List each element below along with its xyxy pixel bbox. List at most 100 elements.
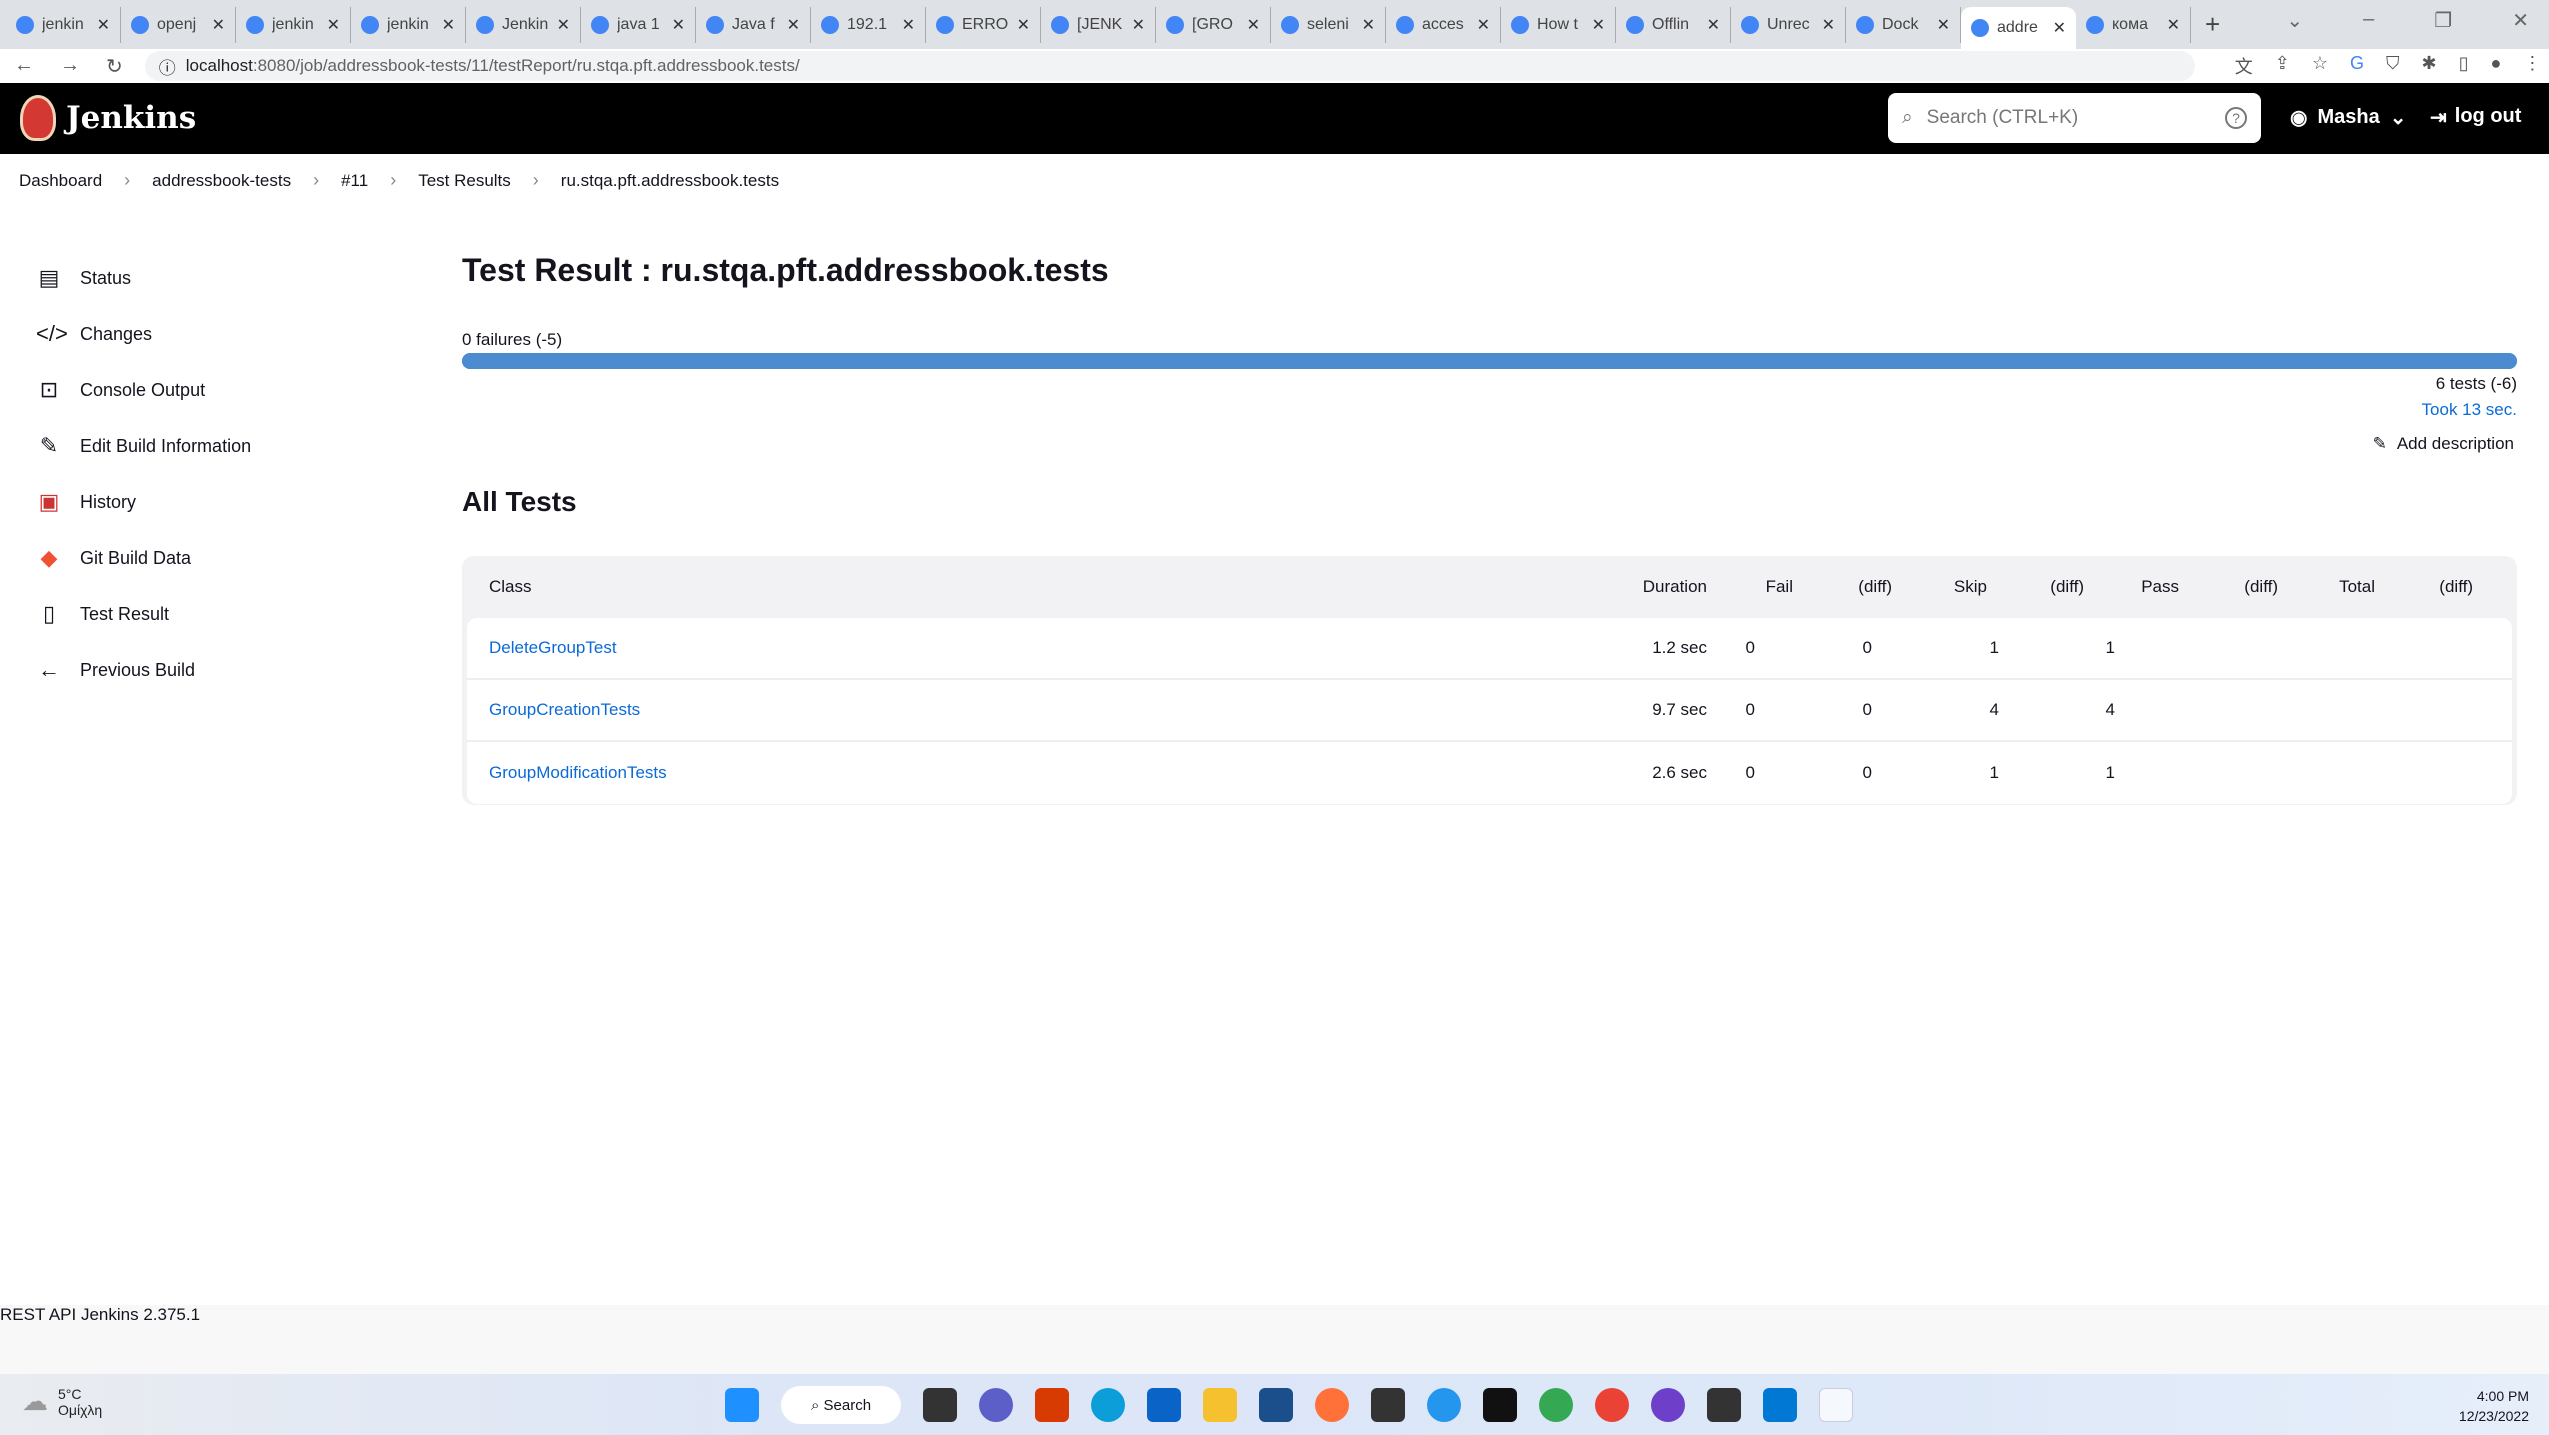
store-icon[interactable] <box>1259 1388 1293 1422</box>
tab-close-icon[interactable]: ✕ <box>1592 15 1605 35</box>
back-icon[interactable]: ← <box>14 54 34 79</box>
task-view-icon[interactable] <box>923 1388 957 1422</box>
office-icon[interactable] <box>1035 1388 1069 1422</box>
breadcrumb-job[interactable]: addressbook-tests <box>152 171 291 191</box>
extensions-icon[interactable]: ✱ <box>2422 53 2437 79</box>
breadcrumb-test-results[interactable]: Test Results <box>418 171 511 191</box>
close-window-button[interactable]: ✕ <box>2512 8 2529 33</box>
menu-icon[interactable]: ⋮ <box>2523 53 2541 79</box>
sidebar-item-git-build-data[interactable]: ◆ Git Build Data <box>36 530 251 586</box>
info-icon[interactable]: ⓘ <box>159 54 176 79</box>
sidebar-item-previous-build[interactable]: ← Previous Build <box>36 642 251 698</box>
tab-close-icon[interactable]: ✕ <box>1362 15 1375 35</box>
intellij-icon[interactable] <box>1483 1388 1517 1422</box>
new-tab-button[interactable]: + <box>2205 9 2220 40</box>
breadcrumb-build[interactable]: #11 <box>341 171 368 191</box>
sidebar-item-history[interactable]: ▣ History <box>36 474 251 530</box>
minimize-button[interactable]: – <box>2363 8 2374 33</box>
browser-tab[interactable]: jenkin ✕ <box>351 6 466 43</box>
breadcrumb-dashboard[interactable]: Dashboard <box>19 171 102 191</box>
column-header-fail-diff[interactable]: (diff) <box>1858 577 1892 597</box>
column-header-total[interactable]: Total <box>2339 577 2375 597</box>
breadcrumb-package[interactable]: ru.stqa.pft.addressbook.tests <box>561 171 779 191</box>
maximize-button[interactable]: ❐ <box>2434 8 2452 33</box>
reload-icon[interactable]: ↻ <box>106 54 123 79</box>
bookmark-star-icon[interactable]: ☆ <box>2312 53 2328 79</box>
sidebar-item-console-output[interactable]: ⊡ Console Output <box>36 362 251 418</box>
windows-start-icon[interactable] <box>725 1388 759 1422</box>
share-icon[interactable]: ⇪ <box>2275 53 2290 79</box>
jenkins-version-link[interactable]: Jenkins 2.375.1 <box>81 1305 200 1324</box>
tab-close-icon[interactable]: ✕ <box>1132 15 1145 35</box>
tab-search-icon[interactable]: ⌄ <box>2286 8 2303 33</box>
search-input[interactable]: ⌕ Search (CTRL+K)? <box>1888 93 2261 143</box>
column-header-pass[interactable]: Pass <box>2141 577 2179 597</box>
taskbar-search[interactable]: ⌕ Search <box>781 1386 901 1424</box>
tab-close-icon[interactable]: ✕ <box>327 15 340 35</box>
docker-icon[interactable] <box>1427 1388 1461 1422</box>
browser-tab[interactable]: Unrec ✕ <box>1731 6 1846 43</box>
browser-tab[interactable]: ERRO ✕ <box>926 6 1041 43</box>
browser-tab[interactable]: How t ✕ <box>1501 6 1616 43</box>
browser-tab[interactable]: [GRO ✕ <box>1156 6 1271 43</box>
tab-close-icon[interactable]: ✕ <box>2167 15 2180 35</box>
class-link[interactable]: GroupCreationTests <box>489 700 640 720</box>
tab-close-icon[interactable]: ✕ <box>1477 15 1490 35</box>
forward-icon[interactable]: → <box>60 54 80 79</box>
browser-tab[interactable]: java 1 ✕ <box>581 6 696 43</box>
tab-close-icon[interactable]: ✕ <box>1017 15 1030 35</box>
sidebar-item-status[interactable]: ▤ Status <box>36 250 251 306</box>
clock[interactable]: 4:00 PM 12/23/2022 <box>2459 1386 2529 1426</box>
column-header-skip[interactable]: Skip <box>1954 577 1987 597</box>
edge-icon[interactable] <box>1091 1388 1125 1422</box>
tab-close-icon[interactable]: ✕ <box>787 15 800 35</box>
tab-close-icon[interactable]: ✕ <box>1937 15 1950 35</box>
tab-close-icon[interactable]: ✕ <box>672 15 685 35</box>
sidepanel-icon[interactable]: ▯ <box>2459 53 2469 79</box>
tab-close-icon[interactable]: ✕ <box>1822 15 1835 35</box>
logout-link[interactable]: ⇥ log out <box>2430 105 2521 130</box>
browser-tab[interactable]: 192.1 ✕ <box>811 6 926 43</box>
browser-tab[interactable]: Java f ✕ <box>696 6 811 43</box>
add-description-button[interactable]: ✎ Add description <box>2373 434 2514 454</box>
tab-close-icon[interactable]: ✕ <box>1707 15 1720 35</box>
user-menu[interactable]: ◉ Masha ⌄ <box>2290 105 2406 130</box>
shield-icon[interactable]: ⛉ <box>2386 53 2400 79</box>
file-explorer-icon[interactable] <box>1203 1388 1237 1422</box>
browser-tab[interactable]: acces ✕ <box>1386 6 1501 43</box>
tab-close-icon[interactable]: ✕ <box>212 15 225 35</box>
column-header-duration[interactable]: Duration <box>1643 577 1707 597</box>
browser-tab[interactable]: openj ✕ <box>121 6 236 43</box>
profile-avatar[interactable]: ● <box>2491 53 2502 79</box>
jenkins-logo[interactable]: Jenkins <box>20 95 196 141</box>
browser-tab[interactable]: [JENK ✕ <box>1041 6 1156 43</box>
column-header-skip-diff[interactable]: (diff) <box>2050 577 2084 597</box>
sidebar-item-edit-build-information[interactable]: ✎ Edit Build Information <box>36 418 251 474</box>
tab-close-icon[interactable]: ✕ <box>2053 18 2066 38</box>
column-header-class[interactable]: Class <box>489 577 532 597</box>
tab-close-icon[interactable]: ✕ <box>557 15 570 35</box>
column-header-fail[interactable]: Fail <box>1766 577 1793 597</box>
browser-tab[interactable]: addre ✕ <box>1961 7 2076 49</box>
terminal-app-icon[interactable] <box>1707 1388 1741 1422</box>
snipping-tool-icon[interactable] <box>1819 1388 1853 1422</box>
help-icon[interactable]: ? <box>2225 107 2247 129</box>
browser-tab[interactable]: Offlin ✕ <box>1616 6 1731 43</box>
tab-close-icon[interactable]: ✕ <box>97 15 110 35</box>
browser-tab[interactable]: jenkin ✕ <box>236 6 351 43</box>
browser-tab[interactable]: Dock ✕ <box>1846 6 1961 43</box>
browser-tab[interactable]: jenkin ✕ <box>6 6 121 43</box>
tab-close-icon[interactable]: ✕ <box>1247 15 1260 35</box>
github-desktop-icon[interactable] <box>1651 1388 1685 1422</box>
teams-icon[interactable] <box>979 1388 1013 1422</box>
sticky-notes-icon[interactable] <box>1371 1388 1405 1422</box>
tab-close-icon[interactable]: ✕ <box>902 15 915 35</box>
url-input[interactable]: ⓘ localhost:8080/job/addressbook-tests/11… <box>144 51 2195 81</box>
tab-close-icon[interactable]: ✕ <box>442 15 455 35</box>
browser-tab[interactable]: seleni ✕ <box>1271 6 1386 43</box>
remote-desktop-icon[interactable] <box>1763 1388 1797 1422</box>
browser-tab[interactable]: Jenkin ✕ <box>466 6 581 43</box>
rest-api-link[interactable]: REST API <box>0 1305 76 1324</box>
weather-widget[interactable]: ☁ 5°C Ομίχλη <box>22 1386 102 1418</box>
sidebar-item-changes[interactable]: </> Changes <box>36 306 251 362</box>
